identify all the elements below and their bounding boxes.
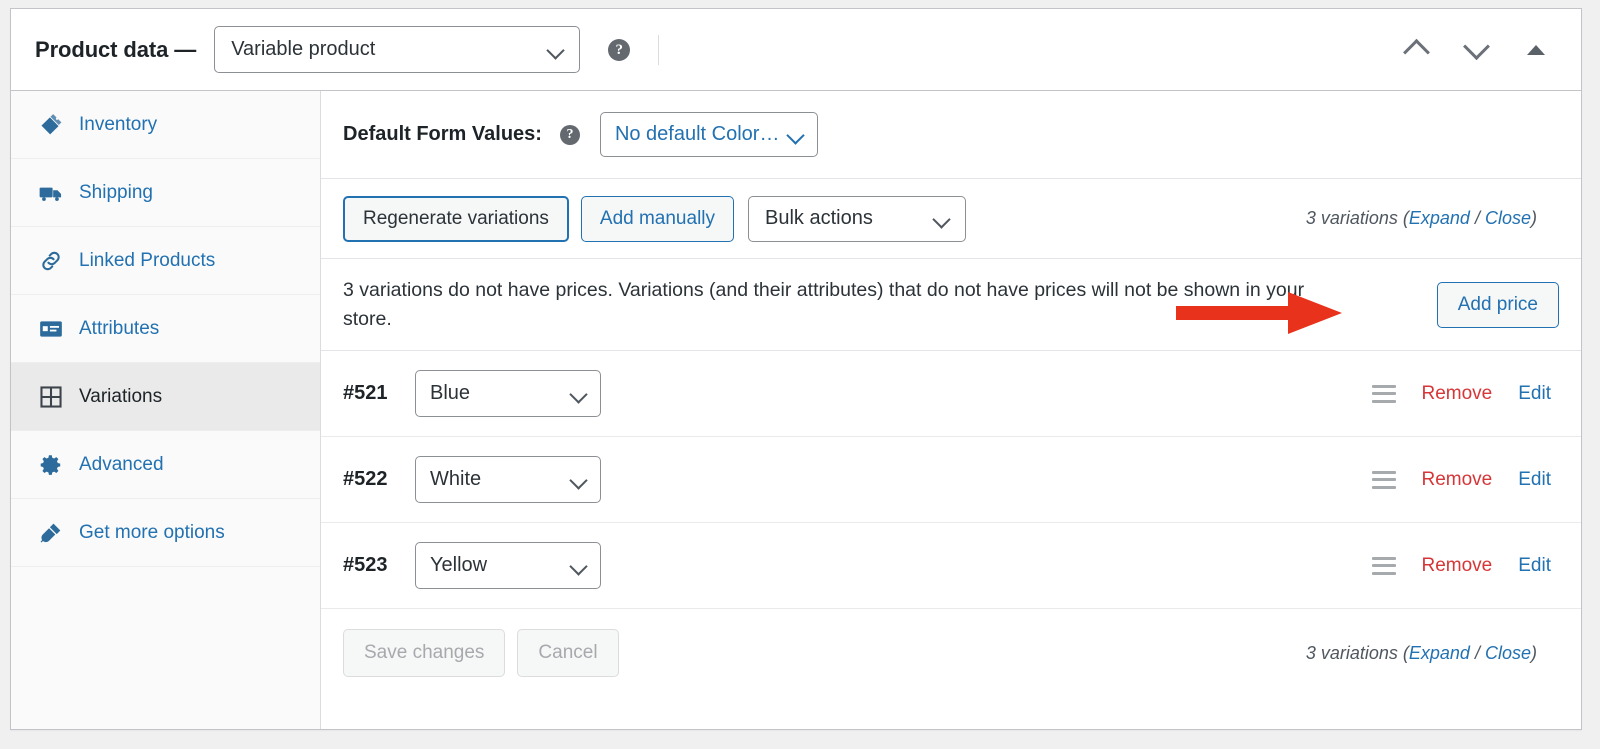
paren-open: (: [1397, 642, 1409, 663]
sidebar-item-label: Shipping: [79, 181, 153, 203]
notice-text: 3 variations do not have prices. Variati…: [343, 279, 1305, 330]
product-type-value: Variable product: [231, 38, 376, 60]
drag-handle-icon[interactable]: [1371, 470, 1396, 489]
grid-icon: [37, 384, 65, 410]
help-circle-icon[interactable]: ?: [608, 38, 631, 61]
product-type-select[interactable]: Variable product: [214, 26, 581, 73]
sidebar-item-inventory[interactable]: Inventory: [11, 91, 320, 159]
table-row: #521 Blue Remove Edit: [321, 351, 1581, 437]
sidebar-item-label: Inventory: [79, 113, 158, 135]
variation-color-select[interactable]: Blue: [415, 370, 601, 417]
default-color-value: No default Color…: [614, 123, 780, 145]
panel-header: Product data — Variable product ?: [11, 9, 1581, 91]
default-form-values-label: Default Form Values:: [343, 123, 542, 145]
link-icon: [37, 248, 65, 274]
add-manually-button[interactable]: Add manually: [580, 195, 735, 242]
edit-link[interactable]: Edit: [1518, 469, 1551, 491]
chevron-down-icon: [570, 557, 588, 575]
paren-close: ): [1531, 642, 1537, 663]
variations-footer: Save changes Cancel 3 variations (Expand…: [321, 609, 1581, 697]
sidebar-item-label: Advanced: [79, 453, 164, 475]
edit-link[interactable]: Edit: [1518, 555, 1551, 577]
panel-header-actions: [1399, 33, 1563, 67]
chevron-down-icon: [933, 210, 951, 228]
row-actions: Remove Edit: [1371, 469, 1560, 491]
page-title: Product data —: [35, 36, 197, 62]
bulk-actions-value: Bulk actions: [765, 207, 873, 229]
paren-open: (: [1397, 208, 1409, 228]
close-link[interactable]: Close: [1485, 208, 1531, 228]
sidebar-item-get-more-options[interactable]: Get more options: [11, 499, 320, 567]
variation-id: #522: [343, 468, 388, 490]
table-row: #523 Yellow Remove Edit: [321, 523, 1581, 609]
chevron-down-icon: [787, 126, 805, 144]
variations-toolbar: Regenerate variations Add manually Bulk …: [321, 179, 1581, 259]
triangle-up-icon: [1527, 45, 1545, 55]
chevron-down-icon: [1467, 40, 1486, 59]
product-data-panel: Product data — Variable product ? Invent…: [10, 8, 1582, 730]
chevron-down-icon: [547, 41, 565, 59]
gear-icon: [37, 452, 65, 478]
variation-color-value: White: [430, 468, 482, 490]
variation-id: #523: [343, 554, 388, 576]
truck-icon: [37, 180, 65, 206]
row-actions: Remove Edit: [1371, 555, 1560, 577]
edit-link[interactable]: Edit: [1518, 383, 1551, 405]
chevron-down-icon: [570, 471, 588, 489]
product-data-tabs: Inventory Shipping Linked Products Attri…: [11, 91, 321, 729]
panel-body: Inventory Shipping Linked Products Attri…: [11, 91, 1581, 729]
attributes-icon: [37, 316, 65, 342]
expand-link[interactable]: Expand: [1409, 643, 1470, 663]
move-up-button[interactable]: [1399, 33, 1433, 67]
row-actions: Remove Edit: [1371, 383, 1560, 405]
variation-id: #521: [343, 382, 388, 404]
table-row: #522 White Remove Edit: [321, 437, 1581, 523]
variations-count-text: 3 variations: [1305, 208, 1398, 228]
default-form-values-row: Default Form Values: ? No default Color…: [321, 91, 1581, 179]
remove-link[interactable]: Remove: [1422, 383, 1493, 405]
sidebar-item-attributes[interactable]: Attributes: [11, 295, 320, 363]
save-changes-button[interactable]: Save changes: [343, 629, 506, 677]
sidebar-item-variations[interactable]: Variations: [11, 363, 320, 431]
bulk-actions-select[interactable]: Bulk actions: [748, 195, 967, 242]
default-color-select[interactable]: No default Color…: [599, 112, 819, 157]
sidebar-item-label: Linked Products: [79, 249, 216, 271]
regenerate-variations-button[interactable]: Regenerate variations: [343, 195, 569, 242]
sidebar-item-label: Variations: [79, 385, 163, 407]
variation-color-select[interactable]: Yellow: [415, 542, 601, 589]
no-prices-notice: 3 variations do not have prices. Variati…: [321, 259, 1581, 351]
chevron-up-icon: [1407, 40, 1426, 59]
sidebar-item-advanced[interactable]: Advanced: [11, 431, 320, 499]
expand-link[interactable]: Expand: [1409, 208, 1470, 228]
sidebar-item-linked-products[interactable]: Linked Products: [11, 227, 320, 295]
plug-icon: [37, 520, 65, 546]
paren-close: ): [1531, 208, 1537, 228]
toggle-panel-button[interactable]: [1519, 33, 1553, 67]
count-separator: /: [1469, 208, 1485, 228]
chevron-down-icon: [570, 385, 588, 403]
sidebar-item-label: Attributes: [79, 317, 160, 339]
add-price-button[interactable]: Add price: [1436, 281, 1559, 328]
variation-color-select[interactable]: White: [415, 456, 601, 503]
variation-color-value: Blue: [430, 382, 471, 404]
cancel-button[interactable]: Cancel: [517, 629, 619, 677]
drag-handle-icon[interactable]: [1371, 384, 1396, 403]
variations-count-top: 3 variations (Expand / Close): [1306, 208, 1559, 229]
remove-link[interactable]: Remove: [1422, 555, 1493, 577]
variations-count-text: 3 variations: [1305, 642, 1398, 663]
close-link[interactable]: Close: [1485, 643, 1531, 663]
drag-handle-icon[interactable]: [1371, 556, 1396, 575]
help-circle-icon[interactable]: ?: [559, 124, 580, 145]
sidebar-item-shipping[interactable]: Shipping: [11, 159, 320, 227]
variations-count-bottom: 3 variations (Expand / Close): [1306, 643, 1559, 664]
remove-link[interactable]: Remove: [1422, 469, 1493, 491]
header-divider: [658, 34, 660, 65]
sidebar-item-label: Get more options: [79, 521, 225, 543]
move-down-button[interactable]: [1459, 33, 1493, 67]
variation-color-value: Yellow: [430, 554, 488, 576]
variations-panel: Default Form Values: ? No default Color……: [321, 91, 1581, 729]
count-separator: /: [1469, 642, 1485, 663]
inventory-icon: [37, 112, 65, 138]
